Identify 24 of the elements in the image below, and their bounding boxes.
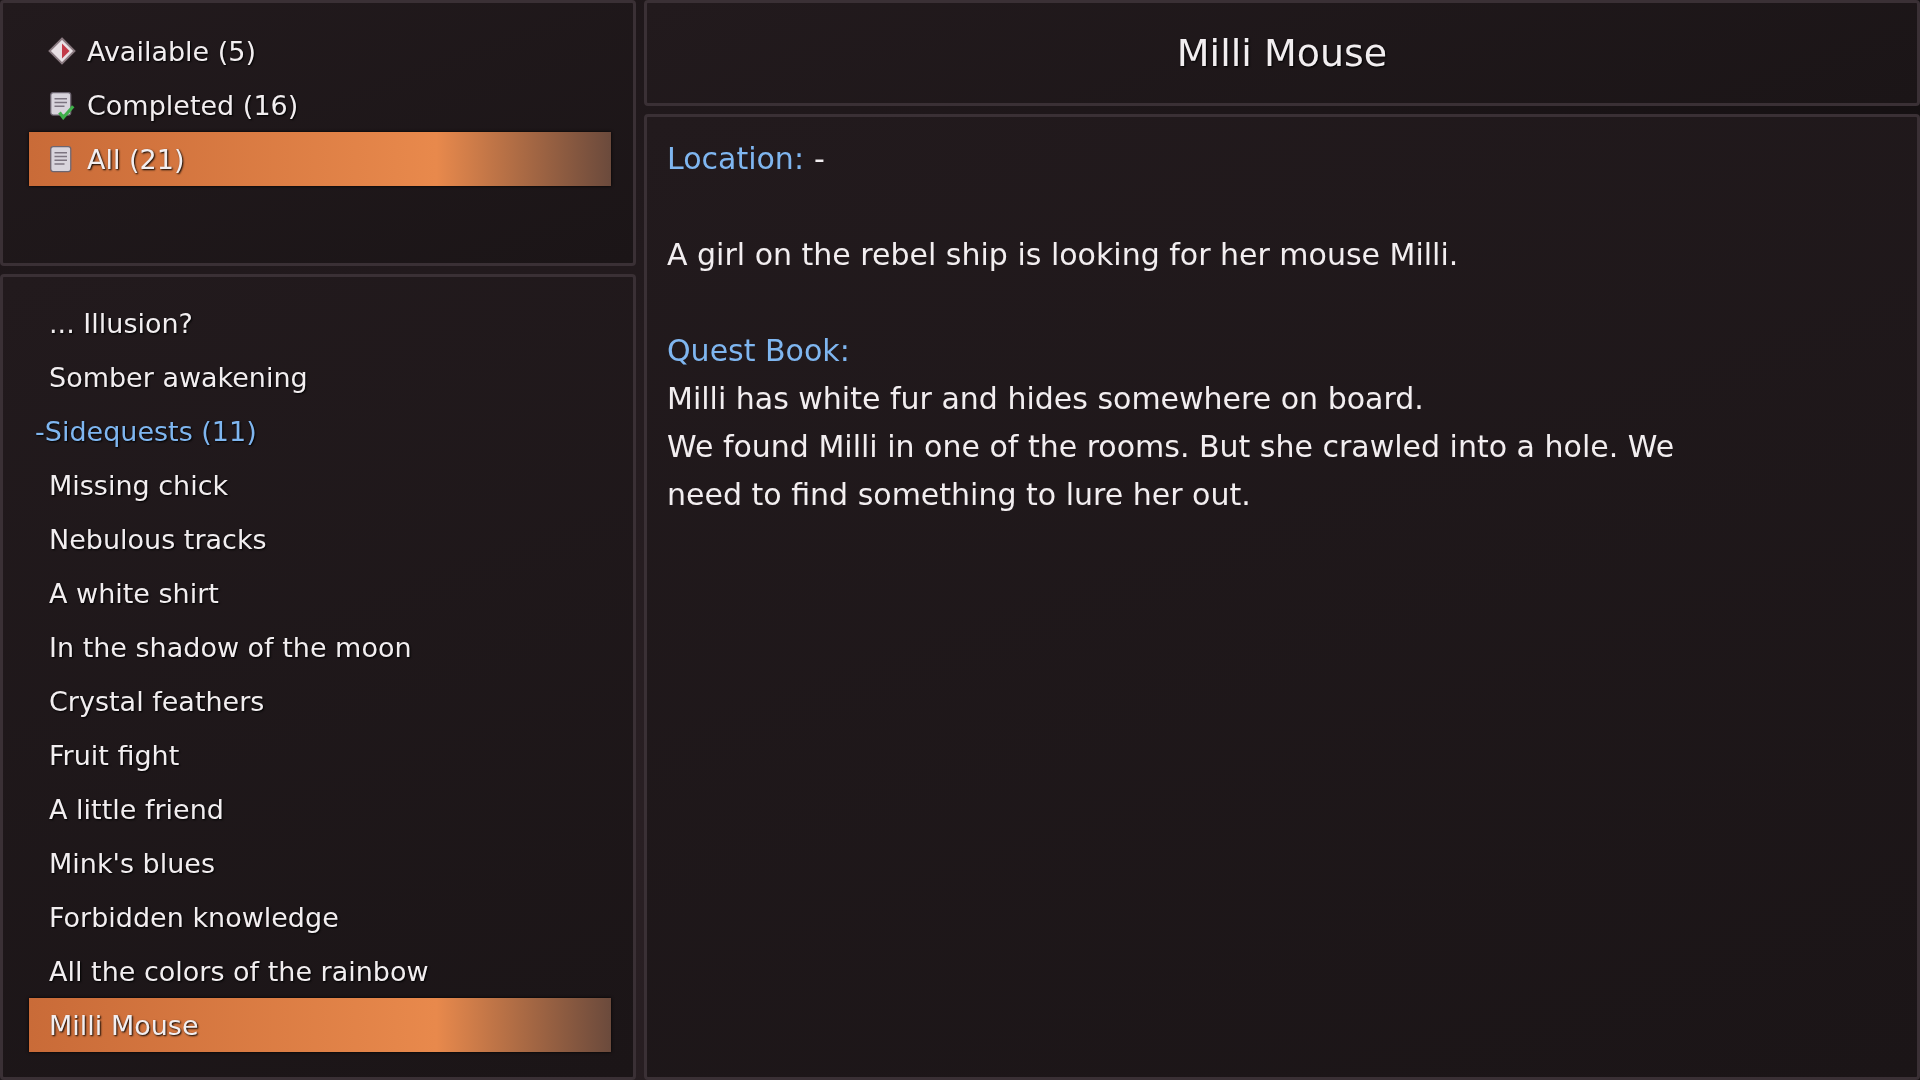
location-value: - <box>814 140 825 178</box>
filter-item[interactable]: Available (5) <box>29 24 611 78</box>
quest-title: Milli Mouse <box>1176 31 1388 75</box>
quest-item[interactable]: Forbidden knowledge <box>29 890 611 944</box>
quest-book-entry: We found Milli in one of the rooms. But she crawled into a hole. We need to find something to lure her out. <box>667 428 1676 514</box>
quest-category[interactable]: -Sidequests (11) <box>29 404 611 458</box>
quest-item[interactable]: In the shadow of the moon <box>29 620 611 674</box>
quest-item[interactable]: Fruit fight <box>29 728 611 782</box>
location-label: Location: <box>667 140 804 178</box>
diamond-icon <box>47 36 77 66</box>
quest-item[interactable]: Mink's blues <box>29 836 611 890</box>
quest-book-entry: Milli has white fur and hides somewhere on board. <box>667 380 1425 418</box>
quest-item[interactable]: A white shirt <box>29 566 611 620</box>
quest-item[interactable]: Nebulous tracks <box>29 512 611 566</box>
quest-item[interactable]: Missing chick <box>29 458 611 512</box>
quest-item[interactable]: Crystal feathers <box>29 674 611 728</box>
quest-item[interactable]: A little friend <box>29 782 611 836</box>
quest-item[interactable]: ... Illusion? <box>29 296 611 350</box>
quest-description: A girl on the rebel ship is looking for her mouse Milli. <box>667 236 1460 274</box>
quest-book-label: Quest Book: <box>667 332 851 370</box>
checked-scroll-icon <box>47 90 77 120</box>
filter-item[interactable]: Completed (16) <box>29 78 611 132</box>
quest-item[interactable]: Somber awakening <box>29 350 611 404</box>
quest-item[interactable]: All the colors of the rainbow <box>29 944 611 998</box>
